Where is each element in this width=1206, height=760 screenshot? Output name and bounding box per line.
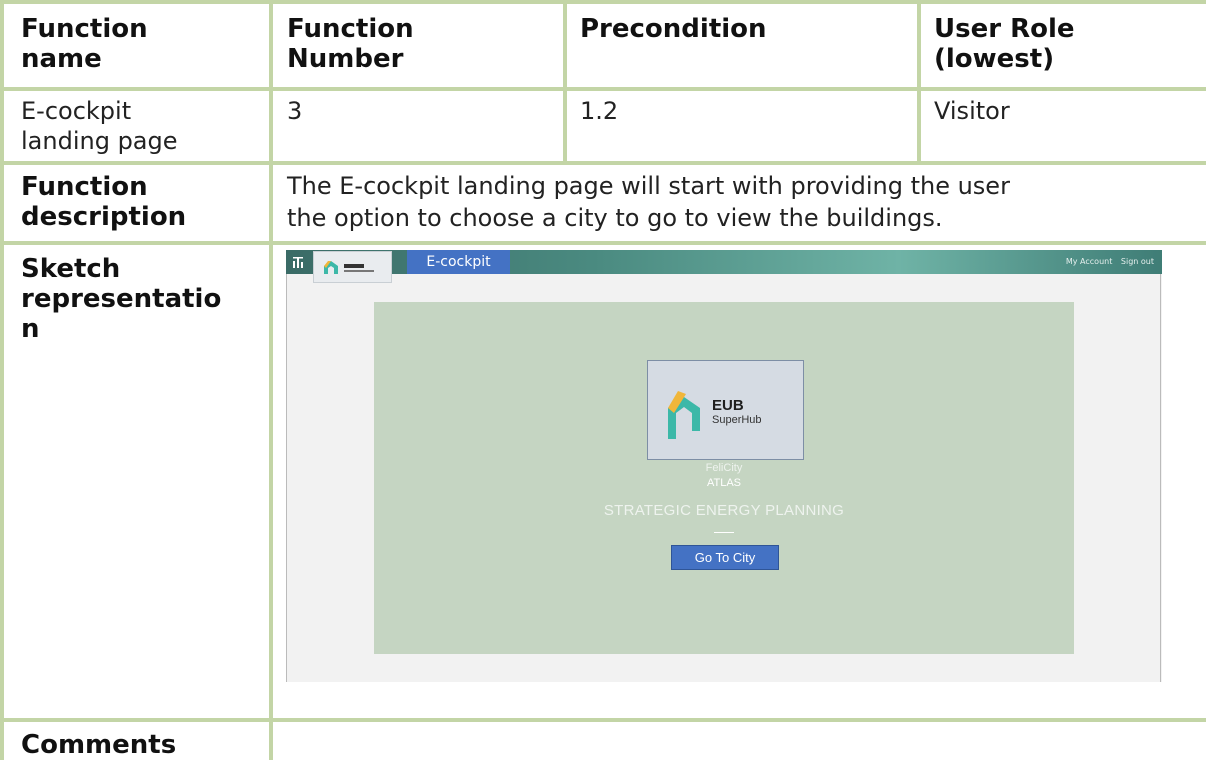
cell-user-role: Visitor [934, 97, 1010, 125]
strategic-energy-planning-tagline: STRATEGIC ENERGY PLANNING [603, 502, 845, 519]
eub-superhub-logo-icon [668, 391, 700, 439]
app-title-tab[interactable]: E-cockpit [407, 250, 510, 274]
col-divider-1 [269, 0, 273, 760]
go-to-city-button[interactable]: Go To City [671, 545, 779, 570]
header-user-role: User Role (lowest) [934, 14, 1075, 74]
table-border-top [0, 0, 1206, 4]
sketch-left-edge [286, 274, 287, 682]
function-description-text: The E-cockpit landing page will start wi… [287, 172, 1010, 232]
eub-superhub-logo-card: EUB SuperHub [647, 360, 804, 460]
label-function-description: Function description [21, 172, 187, 232]
felicity-label: FeliCity [705, 462, 743, 474]
col-divider-2 [563, 0, 567, 161]
account-links: My Account Sign out [1060, 250, 1154, 274]
sign-out-link[interactable]: Sign out [1121, 257, 1154, 266]
eub-superhub-logo [324, 261, 374, 274]
sketch-screenshot: E-cockpit My Account Sign out EUB SuperH… [286, 250, 1162, 682]
label-comments: Comments [21, 730, 177, 760]
cell-function-name: E-cockpit landing page [21, 97, 178, 155]
logo-superhub-text: SuperHub [712, 414, 762, 426]
label-sketch-representation: Sketch representatio n [21, 254, 222, 344]
row-divider-3 [0, 718, 1206, 722]
sketch-top-bar: E-cockpit My Account Sign out [286, 250, 1162, 274]
col-divider-3 [917, 0, 921, 161]
row-divider-1 [0, 161, 1206, 165]
cell-function-number: 3 [287, 97, 303, 125]
row-divider-header [0, 87, 1206, 91]
logo-eub-text: EUB [712, 397, 744, 414]
header-function-number: Function Number [287, 14, 414, 74]
header-precondition: Precondition [580, 14, 767, 44]
home-icon [293, 257, 303, 268]
landing-panel: EUB SuperHub FeliCity ATLAS STRATEGIC EN… [374, 302, 1074, 654]
table-border-left [0, 0, 4, 760]
header-function-name: Function name [21, 14, 148, 74]
eub-superhub-logo-tab[interactable] [313, 251, 392, 283]
atlas-label: ATLAS [706, 477, 742, 489]
my-account-link[interactable]: My Account [1066, 257, 1112, 266]
divider-dash [714, 532, 734, 533]
cell-precondition: 1.2 [580, 97, 619, 125]
row-divider-2 [0, 241, 1206, 245]
sketch-right-edge [1160, 274, 1161, 682]
